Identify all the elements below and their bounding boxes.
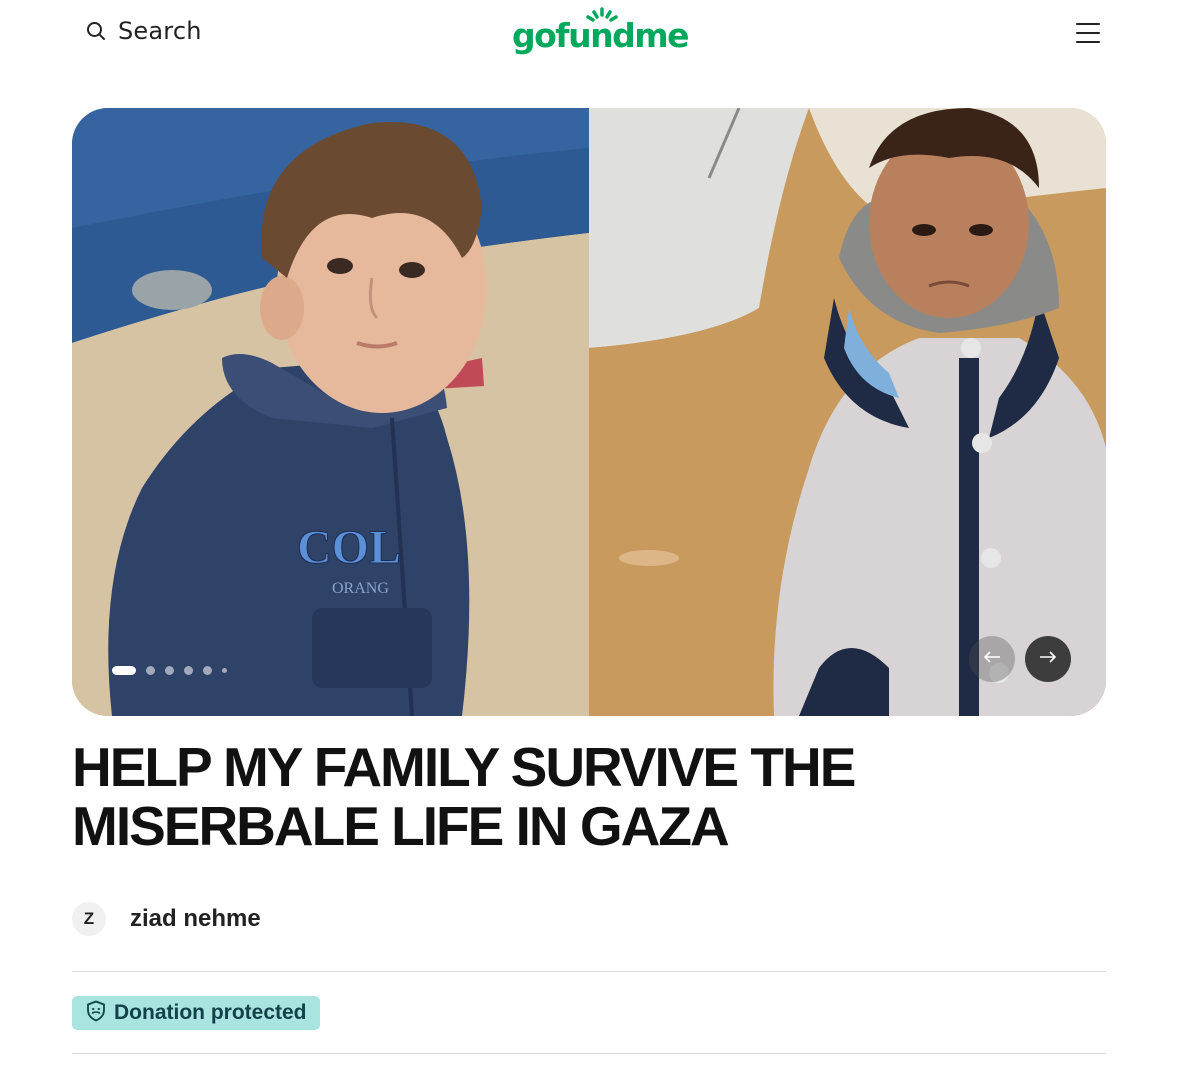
- carousel-dot[interactable]: [146, 666, 155, 675]
- carousel-dot[interactable]: [184, 666, 193, 675]
- campaign-photo-child-knit-sweater: [589, 108, 1106, 716]
- hamburger-menu-icon[interactable]: [1074, 20, 1104, 46]
- organizer-avatar: Z: [72, 902, 106, 936]
- campaign-photo-child-blue-hoodie: COL ORANG: [72, 108, 589, 716]
- campaign-title: HELP MY FAMILY SURVIVE THE MISERBALE LIF…: [72, 736, 856, 857]
- arrow-left-icon: [983, 650, 1001, 669]
- search-label: Search: [118, 17, 202, 45]
- campaign-image-carousel[interactable]: COL ORANG: [72, 108, 1106, 716]
- donation-protected-label: Donation protected: [114, 1001, 307, 1024]
- arrow-right-icon: [1039, 650, 1057, 669]
- section-divider: [72, 971, 1106, 972]
- search-button[interactable]: Search: [86, 17, 202, 45]
- organizer-row[interactable]: Z ziad nehme: [72, 902, 261, 936]
- carousel-pagination: [112, 666, 227, 675]
- search-icon: [86, 21, 106, 41]
- carousel-next-button[interactable]: [1025, 636, 1071, 682]
- svg-text:COL: COL: [297, 521, 401, 574]
- carousel-dot[interactable]: [222, 668, 227, 673]
- shield-icon: [86, 1000, 106, 1027]
- carousel-dot-active[interactable]: [112, 666, 136, 675]
- carousel-prev-button[interactable]: [969, 636, 1015, 682]
- carousel-dot[interactable]: [203, 666, 212, 675]
- organizer-name: ziad nehme: [130, 905, 261, 932]
- donation-protected-badge[interactable]: Donation protected: [72, 996, 320, 1030]
- section-divider: [72, 1053, 1106, 1054]
- carousel-dot[interactable]: [165, 666, 174, 675]
- logo-text: gofundme: [512, 16, 690, 55]
- top-navigation-bar: Search gofundme: [0, 0, 1178, 70]
- svg-text:ORANG: ORANG: [332, 580, 389, 597]
- gofundme-logo[interactable]: gofundme: [512, 6, 690, 60]
